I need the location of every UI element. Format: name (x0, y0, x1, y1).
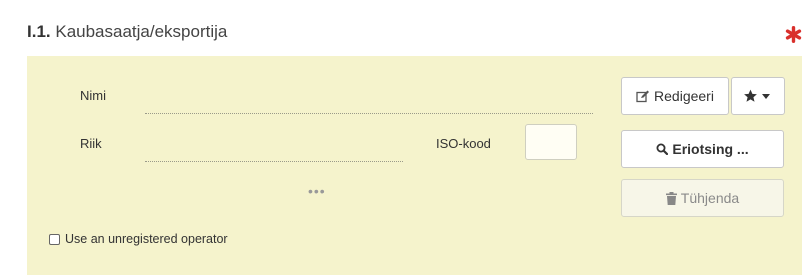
name-label: Nimi (80, 88, 106, 103)
section-title: I.1. Kaubasaatja/eksportija (27, 22, 227, 42)
favorites-dropdown-button[interactable] (731, 77, 785, 115)
search-icon (656, 143, 669, 155)
clear-button-label: Tühjenda (680, 190, 740, 206)
name-value-line (145, 113, 593, 114)
advanced-search-button[interactable]: Eriotsing ... (621, 130, 784, 168)
section-header: I.1. Kaubasaatja/eksportija (0, 0, 802, 55)
country-label: Riik (80, 136, 102, 151)
unregistered-operator-checkbox[interactable] (49, 233, 60, 245)
trash-icon (665, 191, 677, 205)
advanced-search-label: Eriotsing ... (672, 141, 749, 157)
country-value-line (145, 161, 403, 162)
star-icon (743, 89, 757, 102)
edit-button[interactable]: Redigeeri (621, 77, 729, 115)
unregistered-operator-label: Use an unregistered operator (65, 232, 228, 246)
edit-button-label: Redigeeri (654, 88, 714, 104)
unregistered-operator-option[interactable]: Use an unregistered operator (49, 232, 228, 246)
more-details-toggle[interactable]: ••• (308, 183, 326, 199)
edit-icon (636, 90, 650, 102)
section-number: I.1. (27, 22, 51, 41)
required-asterisk-icon (785, 26, 802, 43)
iso-code-field[interactable] (525, 124, 577, 160)
iso-code-label: ISO-kood (436, 136, 491, 151)
clear-button[interactable]: Tühjenda (621, 179, 784, 217)
caret-down-icon (761, 93, 770, 99)
section-title-text: Kaubasaatja/eksportija (55, 22, 228, 41)
